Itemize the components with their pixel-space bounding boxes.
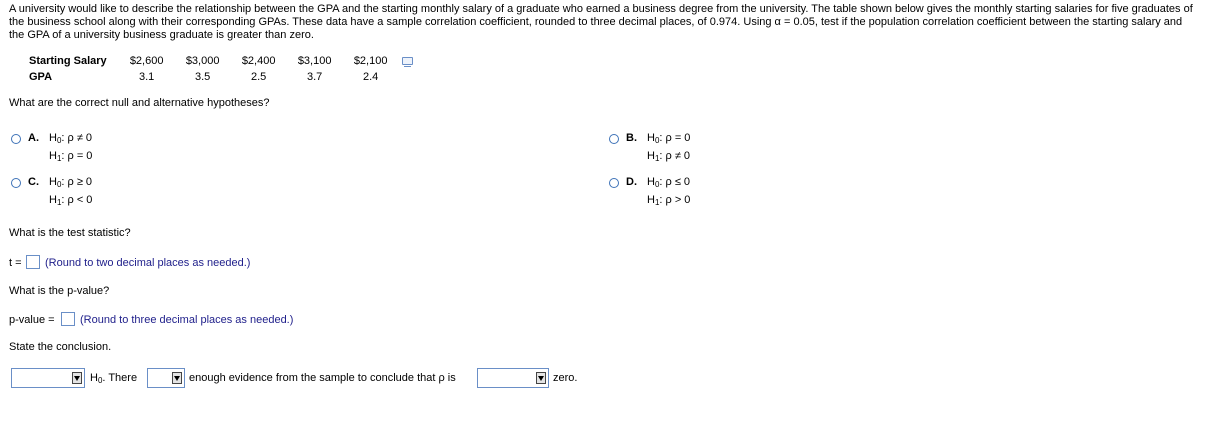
null-hypothesis: H0: ρ ≥ 0 — [49, 176, 93, 189]
t-label: t = — [9, 257, 22, 269]
t-rounding-hint: (Round to two decimal places as needed.) — [45, 257, 251, 269]
table-cell: $2,600 — [129, 55, 164, 67]
data-table: Starting Salary $2,600 $3,000 $2,400 $3,… — [29, 53, 399, 85]
problem-statement: A university would like to describe the … — [9, 3, 1193, 41]
alternative-hypothesis: H1: ρ ≠ 0 — [647, 150, 691, 163]
p-value-input[interactable] — [61, 312, 75, 326]
chevron-down-icon[interactable] — [536, 372, 546, 384]
radio-option-d[interactable] — [609, 178, 619, 188]
chevron-down-icon[interactable] — [72, 372, 82, 384]
alternative-hypothesis: H1: ρ = 0 — [49, 150, 93, 163]
null-hypothesis: H0: ρ = 0 — [647, 132, 691, 145]
option-letter: A. — [28, 132, 39, 144]
radio-option-c[interactable] — [11, 178, 21, 188]
table-cell: 2.5 — [250, 71, 267, 83]
table-row: GPA 3.1 3.5 2.5 3.7 2.4 — [29, 69, 399, 85]
alternative-hypothesis: H1: ρ > 0 — [647, 194, 691, 207]
conclusion-end-text: zero. — [553, 372, 578, 384]
table-cell: $2,100 — [353, 55, 388, 67]
radio-option-b[interactable] — [609, 134, 619, 144]
table-row: Starting Salary $2,600 $3,000 $2,400 $3,… — [29, 53, 399, 69]
table-cell: 3.5 — [194, 71, 211, 83]
option-letter: B. — [626, 132, 637, 144]
alternative-hypothesis: H1: ρ < 0 — [49, 194, 93, 207]
row-label-gpa: GPA — [29, 71, 53, 83]
p-value-label: p-value = — [9, 314, 55, 326]
table-cell: $3,000 — [185, 55, 220, 67]
question-p-value: What is the p-value? — [9, 285, 110, 297]
option-letter: C. — [28, 176, 39, 188]
conclusion-h0-text: H0. There — [90, 372, 138, 385]
copy-data-icon[interactable] — [402, 57, 413, 67]
question-test-statistic: What is the test statistic? — [9, 227, 131, 239]
decision-dropdown[interactable] — [11, 368, 85, 388]
table-cell: 3.7 — [306, 71, 323, 83]
null-hypothesis: H0: ρ ≠ 0 — [49, 132, 93, 145]
row-label-salary: Starting Salary — [29, 55, 107, 67]
option-letter: D. — [626, 176, 637, 188]
null-hypothesis: H0: ρ ≤ 0 — [647, 176, 691, 189]
evidence-dropdown[interactable] — [147, 368, 185, 388]
table-cell: $2,400 — [241, 55, 276, 67]
table-cell: 2.4 — [362, 71, 379, 83]
radio-option-a[interactable] — [11, 134, 21, 144]
conclusion-middle-text: enough evidence from the sample to concl… — [189, 372, 456, 384]
comparison-dropdown[interactable] — [477, 368, 549, 388]
question-hypotheses: What are the correct null and alternativ… — [9, 97, 270, 109]
t-statistic-input[interactable] — [26, 255, 40, 269]
p-rounding-hint: (Round to three decimal places as needed… — [80, 314, 294, 326]
question-conclusion: State the conclusion. — [9, 341, 112, 353]
table-cell: $3,100 — [297, 55, 332, 67]
table-cell: 3.1 — [138, 71, 155, 83]
chevron-down-icon[interactable] — [172, 372, 182, 384]
